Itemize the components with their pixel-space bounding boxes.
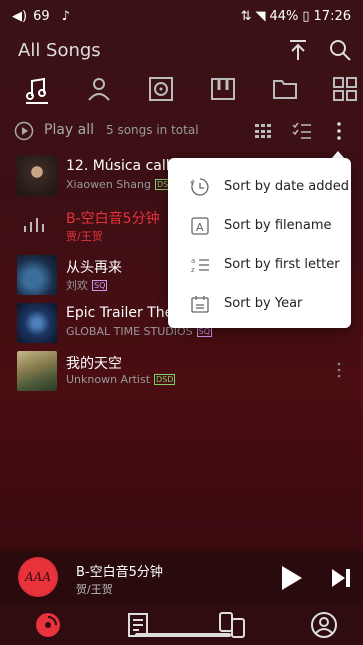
song-title: 从头再来 bbox=[66, 260, 122, 276]
multi-select-icon[interactable] bbox=[292, 122, 312, 140]
more-categories-icon[interactable] bbox=[332, 76, 358, 102]
battery-level: 44% bbox=[269, 9, 299, 24]
song-artist: 刘欢 bbox=[66, 279, 88, 292]
row-more-icon[interactable] bbox=[335, 361, 343, 379]
upload-icon[interactable] bbox=[286, 38, 310, 62]
play-all-icon[interactable] bbox=[14, 121, 34, 141]
menu-item-label: Sort by date added bbox=[224, 179, 350, 194]
song-artist: Unknown Artist bbox=[66, 373, 151, 386]
status-bar: ◀︎) 69 ♪ ⇅ ◥ 44% ▯ 17:26 bbox=[0, 0, 363, 34]
song-title: B-空白音5分钟 bbox=[66, 211, 160, 227]
volume-icon: ◀︎) bbox=[12, 9, 28, 24]
sort-by-year[interactable]: Sort by Year bbox=[168, 285, 351, 323]
profile-nav-icon[interactable] bbox=[310, 611, 338, 639]
sort-by-first-letter[interactable]: a z Sort by first letter bbox=[168, 246, 351, 284]
sort-by-filename[interactable]: A Sort by filename bbox=[168, 207, 351, 245]
page-title: All Songs bbox=[18, 40, 101, 61]
format-badge: DSD bbox=[154, 374, 176, 385]
music-library-nav-icon[interactable] bbox=[34, 611, 62, 639]
wifi-icon: ◥ bbox=[255, 9, 266, 24]
battery-icon: ▯ bbox=[302, 9, 310, 24]
sort-by-date-added[interactable]: # Sort by date added bbox=[168, 168, 351, 206]
menu-item-label: Sort by filename bbox=[224, 218, 332, 233]
song-count: 5 songs in total bbox=[106, 123, 199, 137]
svg-text:z: z bbox=[191, 266, 195, 274]
svg-text:#: # bbox=[190, 179, 195, 186]
playing-bars-icon bbox=[24, 218, 44, 232]
date-added-icon: # bbox=[190, 178, 209, 196]
play-button[interactable] bbox=[280, 565, 304, 591]
album-art bbox=[17, 156, 57, 196]
year-icon bbox=[191, 296, 209, 313]
volume-level: 69 bbox=[33, 9, 50, 24]
song-title: 我的天空 bbox=[66, 356, 122, 372]
format-badge: SQ bbox=[92, 279, 108, 291]
signal-icon: ⇅ bbox=[240, 9, 252, 24]
albums-tab-icon[interactable] bbox=[148, 76, 174, 102]
sort-menu: # Sort by date added A Sort by filename … bbox=[168, 158, 351, 328]
active-tab-indicator bbox=[26, 102, 48, 104]
album-art bbox=[17, 351, 57, 391]
grid-view-icon[interactable] bbox=[254, 123, 272, 139]
bottom-nav bbox=[0, 603, 363, 645]
now-playing-title: B-空白音5分钟 bbox=[76, 565, 163, 580]
more-options-icon[interactable] bbox=[334, 121, 344, 141]
genres-tab-icon[interactable] bbox=[210, 76, 236, 102]
next-track-button[interactable] bbox=[330, 567, 352, 589]
songs-tab-icon[interactable] bbox=[24, 76, 50, 102]
album-art bbox=[17, 303, 57, 343]
svg-text:a: a bbox=[191, 257, 195, 265]
play-all-bar: Play all 5 songs in total bbox=[0, 116, 363, 146]
now-playing-art: AAA bbox=[18, 557, 58, 597]
song-artist: 贾/王贺 bbox=[66, 230, 103, 243]
song-artist: Xiaowen Shang bbox=[66, 178, 151, 191]
artists-tab-icon[interactable] bbox=[86, 76, 112, 102]
song-row[interactable]: 我的天空 Unknown Artist DSD bbox=[0, 349, 363, 395]
svg-text:A: A bbox=[196, 221, 204, 234]
now-playing-artist: 贺/王贺 bbox=[76, 583, 113, 596]
menu-item-label: Sort by first letter bbox=[224, 257, 340, 272]
filename-icon: A bbox=[191, 217, 209, 235]
album-art bbox=[17, 255, 57, 295]
now-playing-art-text: AAA bbox=[25, 570, 51, 584]
folders-tab-icon[interactable] bbox=[272, 76, 298, 102]
first-letter-icon: a z bbox=[191, 257, 209, 274]
menu-item-label: Sort by Year bbox=[224, 296, 303, 311]
home-indicator[interactable] bbox=[135, 633, 231, 637]
play-all-button[interactable]: Play all bbox=[44, 122, 94, 138]
search-icon[interactable] bbox=[328, 38, 352, 62]
category-tabs bbox=[0, 72, 363, 112]
music-note-icon: ♪ bbox=[61, 9, 70, 24]
mini-player[interactable]: AAA B-空白音5分钟 贺/王贺 bbox=[0, 551, 363, 603]
clock: 17:26 bbox=[313, 9, 351, 24]
